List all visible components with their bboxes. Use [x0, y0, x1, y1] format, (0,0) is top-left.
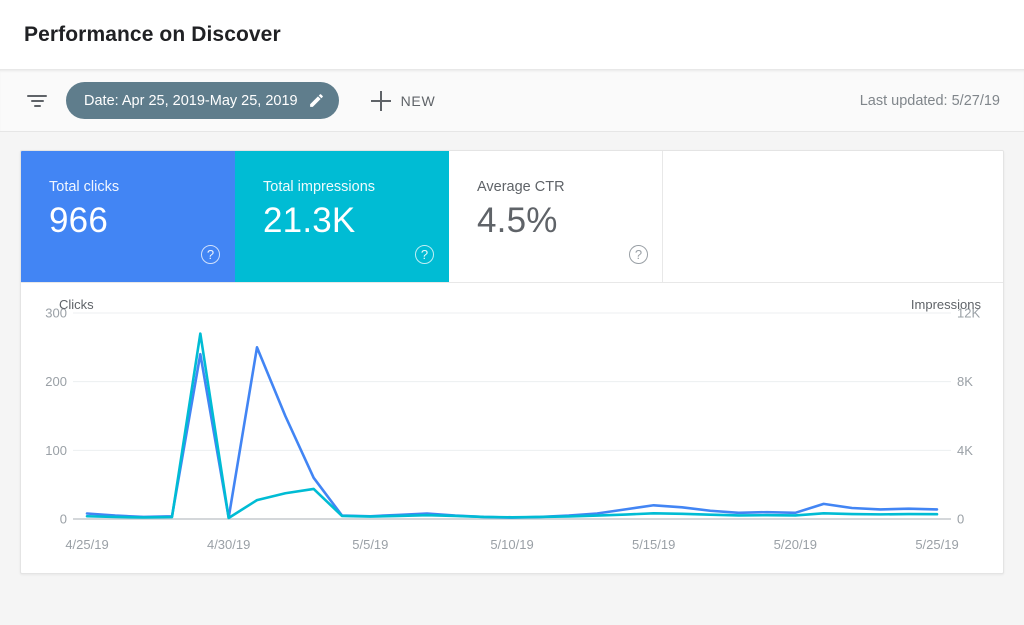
right-axis-tick: 4K [957, 443, 973, 458]
metric-tile-total-clicks[interactable]: Total clicks 966 ? [21, 151, 235, 282]
filter-icon[interactable] [24, 88, 50, 114]
x-axis-tick: 5/10/19 [490, 537, 533, 552]
metric-tile-total-impressions[interactable]: Total impressions 21.3K ? [235, 151, 449, 282]
plus-icon [371, 91, 391, 111]
right-axis-tick: 0 [957, 512, 964, 527]
filter-icon-bar-3 [34, 105, 41, 107]
left-axis-title: Clicks [59, 297, 94, 312]
page-header: Performance on Discover [0, 0, 1024, 70]
filter-icon-bar-1 [27, 95, 47, 97]
left-axis-tick: 200 [45, 374, 67, 389]
pencil-icon[interactable] [308, 92, 325, 109]
left-axis-tick: 0 [60, 512, 67, 527]
right-axis-title: Impressions [911, 297, 981, 312]
right-axis-tick: 8K [957, 374, 973, 389]
help-icon[interactable]: ? [201, 245, 220, 264]
page-title: Performance on Discover [24, 23, 281, 47]
help-icon[interactable]: ? [415, 245, 434, 264]
last-updated-text: Last updated: 5/27/19 [860, 93, 1000, 109]
metric-label: Average CTR [477, 179, 640, 195]
date-range-label: Date: Apr 25, 2019-May 25, 2019 [84, 93, 298, 109]
metric-value: 21.3K [263, 201, 426, 241]
metric-tile-average-ctr[interactable]: Average CTR 4.5% ? [449, 151, 663, 282]
date-range-chip[interactable]: Date: Apr 25, 2019-May 25, 2019 [66, 82, 339, 119]
x-axis-tick: 4/25/19 [65, 537, 108, 552]
metric-tiles: Total clicks 966 ? Total impressions 21.… [21, 151, 1003, 283]
content-wrapper: Total clicks 966 ? Total impressions 21.… [0, 132, 1024, 592]
metric-tile-empty-slot [663, 151, 1003, 282]
chart-line-impressions [87, 334, 937, 518]
performance-chart: Clicks Impressions 30012K2008K1004K004/2… [21, 283, 1003, 573]
new-button-label: NEW [401, 93, 436, 109]
toolbar: Date: Apr 25, 2019-May 25, 2019 NEW Last… [0, 70, 1024, 132]
new-filter-button[interactable]: NEW [363, 85, 444, 117]
help-icon[interactable]: ? [629, 245, 648, 264]
metric-value: 966 [49, 201, 212, 241]
x-axis-tick: 5/20/19 [774, 537, 817, 552]
metric-label: Total clicks [49, 179, 212, 195]
metric-value: 4.5% [477, 201, 640, 241]
left-axis-tick: 100 [45, 443, 67, 458]
x-axis-tick: 5/15/19 [632, 537, 675, 552]
x-axis-tick: 5/25/19 [915, 537, 958, 552]
performance-card: Total clicks 966 ? Total impressions 21.… [20, 150, 1004, 574]
filter-icon-bar-2 [31, 100, 44, 102]
chart-plot-area[interactable]: 30012K2008K1004K004/25/194/30/195/5/195/… [21, 297, 1003, 563]
x-axis-tick: 5/5/19 [352, 537, 388, 552]
metric-label: Total impressions [263, 179, 426, 195]
x-axis-tick: 4/30/19 [207, 537, 250, 552]
